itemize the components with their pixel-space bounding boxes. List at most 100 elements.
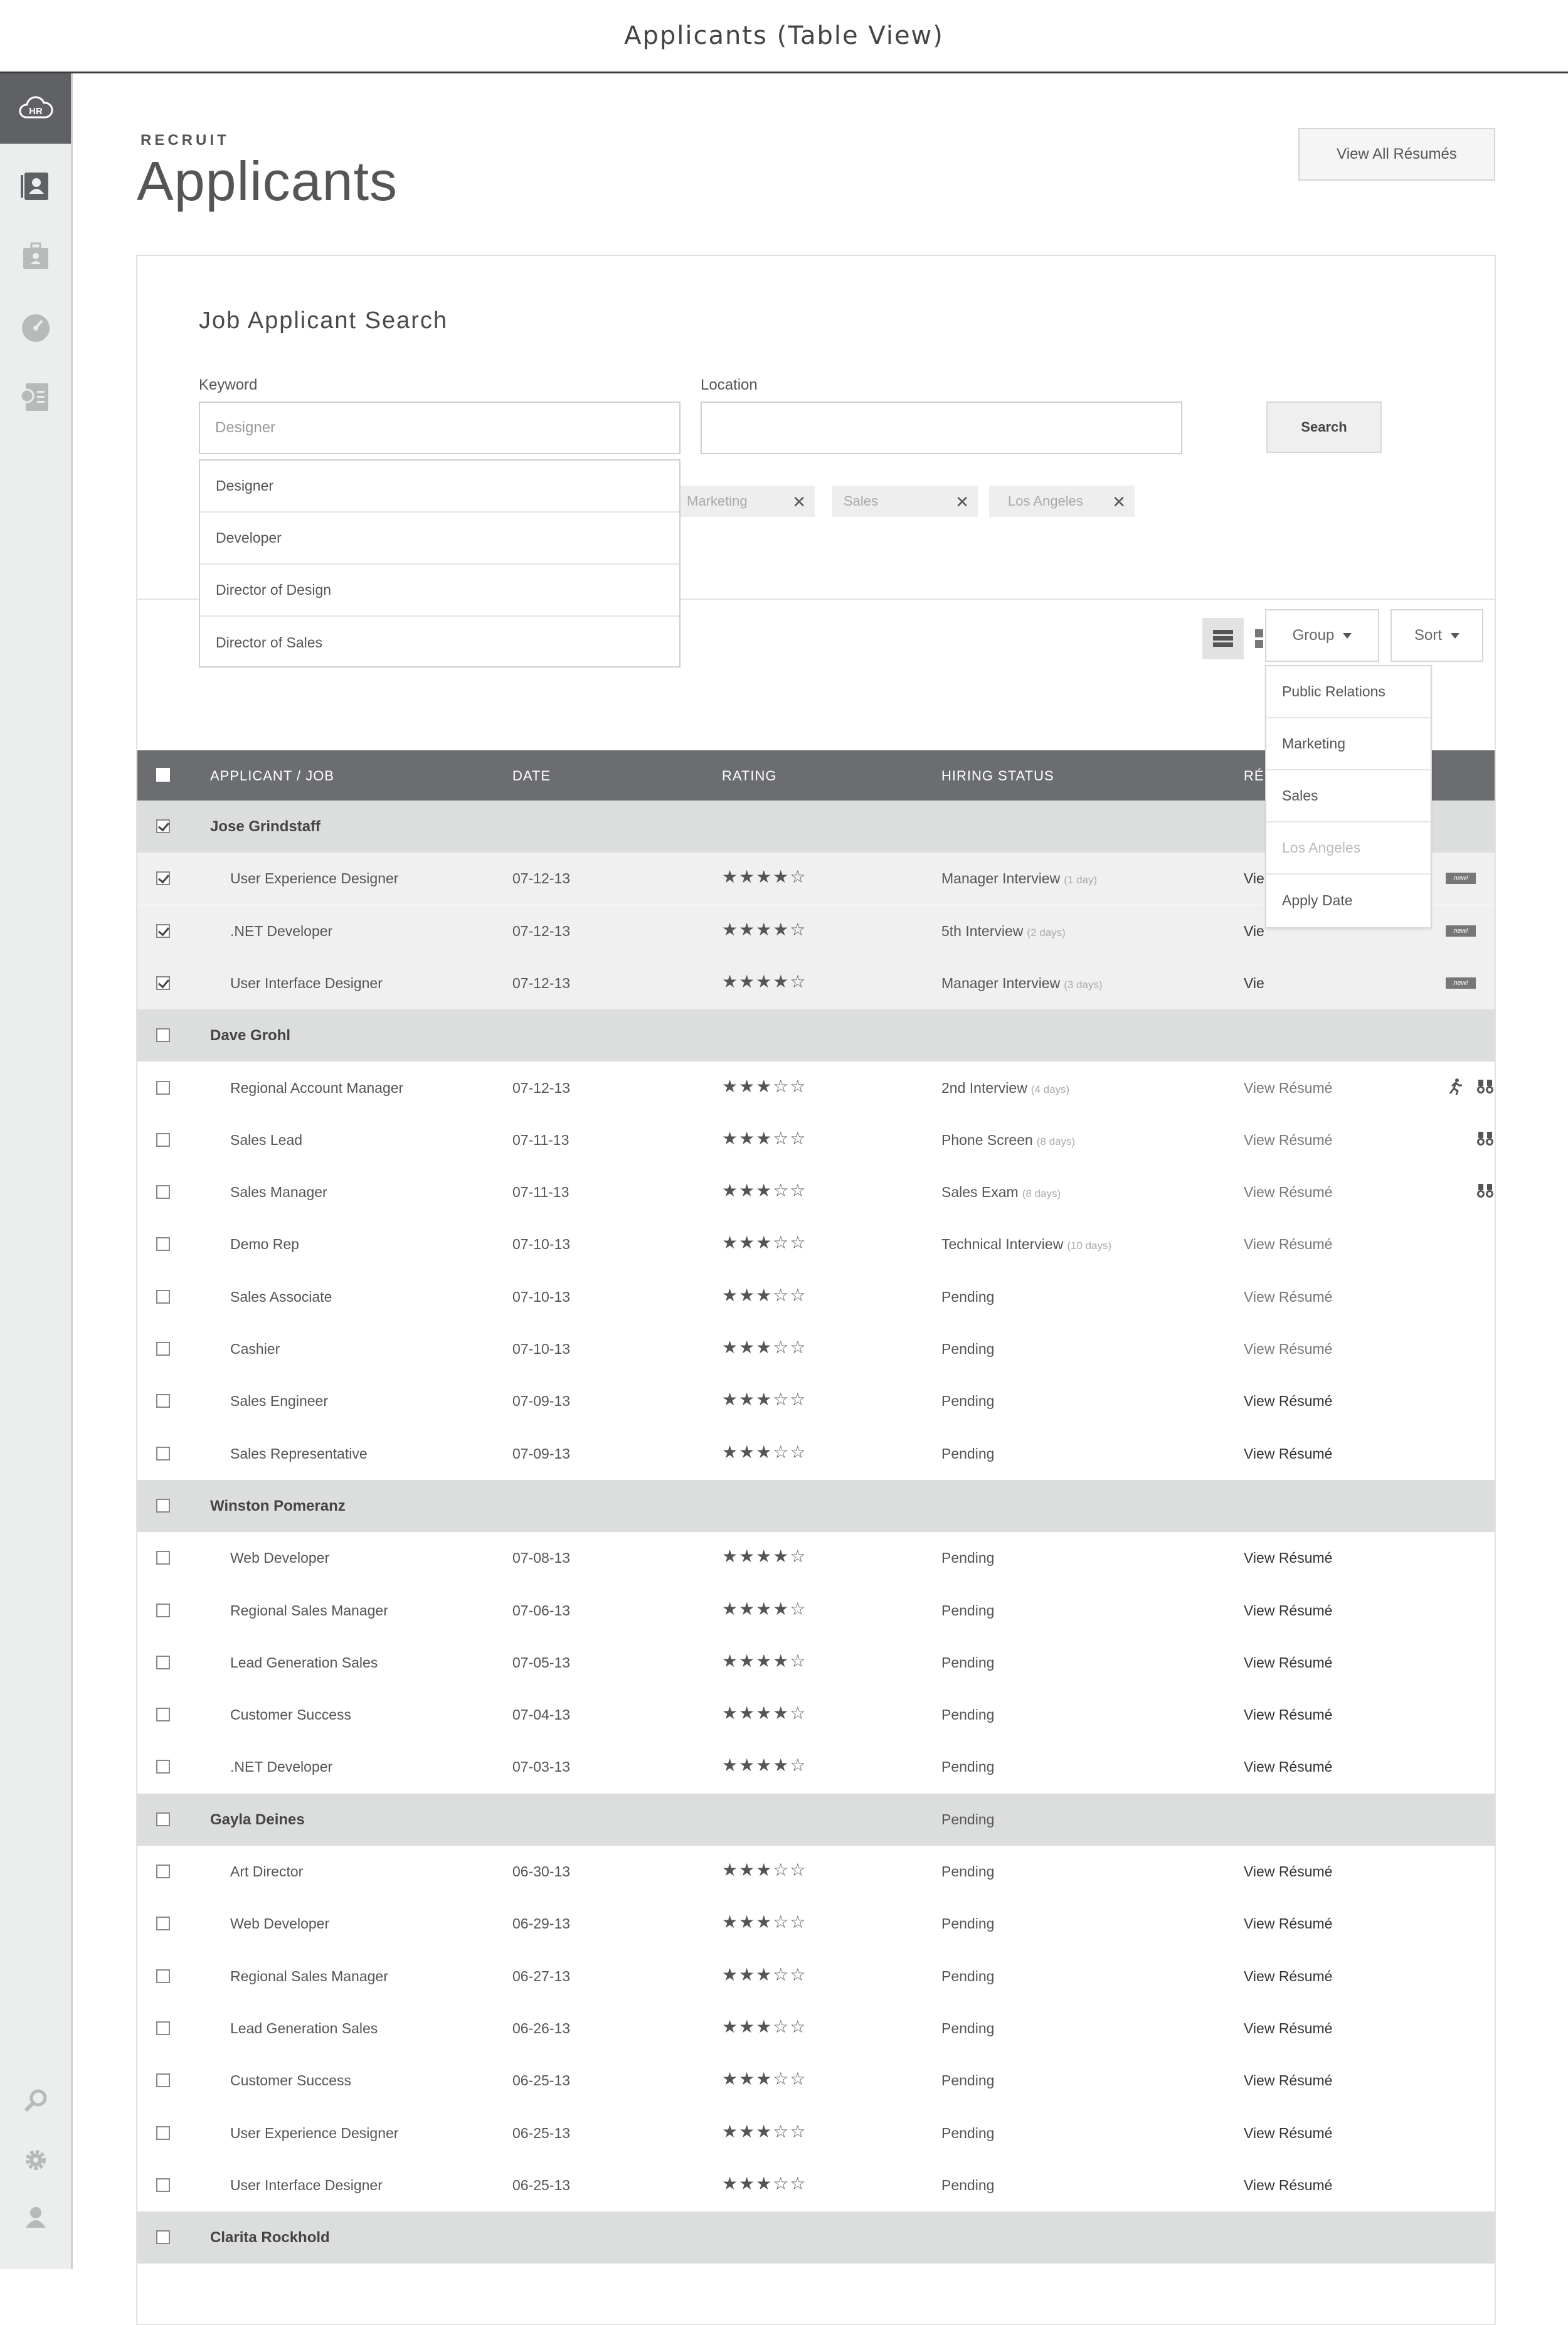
table-row[interactable]: Lead Generation Sales 07-05-13 ★★★★☆ Pendin… xyxy=(137,1637,1495,1689)
table-row[interactable]: Web Developer 07-08-13 ★★★★☆ Pending View Ré… xyxy=(137,1532,1495,1584)
row-checkbox[interactable] xyxy=(156,2230,170,2245)
autocomplete-option[interactable]: Director of Design xyxy=(200,565,679,617)
row-checkbox[interactable] xyxy=(156,2021,170,2035)
rating-stars[interactable]: ★★★☆☆ xyxy=(722,1076,807,1097)
view-resume-link[interactable]: View Résumé xyxy=(1244,2020,1332,2037)
table-row[interactable]: Sales Manager 07-11-13 ★★★☆☆ Sales Exam (8 d… xyxy=(137,1166,1495,1218)
row-checkbox[interactable] xyxy=(156,2125,170,2140)
row-checkbox[interactable] xyxy=(156,2178,170,2192)
remove-filter-icon[interactable]: ✕ xyxy=(792,492,806,512)
view-resume-link[interactable]: View Résumé xyxy=(1244,2072,1332,2089)
view-resume-link[interactable]: View Résumé xyxy=(1244,1968,1332,1985)
row-checkbox[interactable] xyxy=(156,1969,170,1983)
column-header[interactable]: DATE xyxy=(512,768,551,784)
rating-stars[interactable]: ★★★★☆ xyxy=(722,1755,807,1775)
row-checkbox[interactable] xyxy=(156,871,170,886)
table-row[interactable]: Cashier 07-10-13 ★★★☆☆ Pending View Résumé xyxy=(137,1323,1495,1375)
row-checkbox[interactable] xyxy=(156,1132,170,1147)
row-checkbox[interactable] xyxy=(156,1289,170,1304)
location-input[interactable] xyxy=(701,402,1182,454)
row-checkbox[interactable] xyxy=(156,1917,170,1931)
column-header[interactable]: RATING xyxy=(722,768,776,784)
rating-stars[interactable]: ★★★☆☆ xyxy=(722,1964,807,1985)
column-header[interactable]: HIRING STATUS xyxy=(941,768,1054,784)
group-menu-option[interactable]: Public Relations xyxy=(1266,666,1431,718)
row-checkbox[interactable] xyxy=(156,1760,170,1774)
group-menu-option[interactable]: Marketing xyxy=(1266,718,1431,770)
applicant-group-row[interactable]: Winston Pomeranz xyxy=(137,1479,1495,1532)
table-row[interactable]: Regional Sales Manager 06-27-13 ★★★☆☆ Pendi… xyxy=(137,1950,1495,2003)
autocomplete-option[interactable]: Designer xyxy=(200,460,679,513)
view-resume-link[interactable]: View Résumé xyxy=(1244,1863,1332,1880)
table-row[interactable]: Regional Account Manager 07-12-13 ★★★☆☆ 2nd… xyxy=(137,1062,1495,1114)
rating-stars[interactable]: ★★★☆☆ xyxy=(722,2016,807,2037)
row-checkbox[interactable] xyxy=(156,1865,170,1878)
row-checkbox[interactable] xyxy=(156,1655,170,1669)
view-resume-link[interactable]: Vie xyxy=(1244,870,1264,887)
rating-stars[interactable]: ★★★☆☆ xyxy=(722,2068,807,2089)
view-resume-link[interactable]: View Résumé xyxy=(1244,1550,1332,1567)
applicant-group-row[interactable]: Clarita Rockhold xyxy=(137,2211,1495,2264)
rating-stars[interactable]: ★★★☆☆ xyxy=(722,1128,807,1149)
table-row[interactable]: Lead Generation Sales 06-26-13 ★★★☆☆ Pendin… xyxy=(137,2003,1495,2055)
group-dropdown[interactable]: Group xyxy=(1265,609,1379,662)
row-checkbox[interactable] xyxy=(156,923,170,938)
row-checkbox[interactable] xyxy=(156,1498,170,1513)
row-checkbox[interactable] xyxy=(156,1394,170,1408)
table-row[interactable]: Sales Associate 07-10-13 ★★★☆☆ Pending View … xyxy=(137,1271,1495,1323)
rating-stars[interactable]: ★★★☆☆ xyxy=(722,2173,807,2194)
rating-stars[interactable]: ★★★☆☆ xyxy=(722,1180,807,1201)
view-resume-link[interactable]: View Résumé xyxy=(1244,2177,1332,2194)
rating-stars[interactable]: ★★★☆☆ xyxy=(722,1285,807,1306)
autocomplete-option[interactable]: Developer xyxy=(200,513,679,565)
table-row[interactable]: User Experience Designer 06-25-13 ★★★☆☆ Pen… xyxy=(137,2107,1495,2159)
table-row[interactable]: Sales Lead 07-11-13 ★★★☆☆ Phone Screen (8 da… xyxy=(137,1114,1495,1166)
view-resume-link[interactable]: View Résumé xyxy=(1244,1758,1332,1775)
list-view-button[interactable] xyxy=(1202,618,1244,659)
view-resume-link[interactable]: View Résumé xyxy=(1244,1236,1332,1253)
table-row[interactable]: Demo Rep 07-10-13 ★★★☆☆ Technical Interview… xyxy=(137,1218,1495,1270)
view-resume-link[interactable]: View Résumé xyxy=(1244,1445,1332,1462)
sort-dropdown[interactable]: Sort xyxy=(1391,609,1483,662)
view-resume-link[interactable]: View Résumé xyxy=(1244,1341,1332,1358)
column-header[interactable]: APPLICANT / JOB xyxy=(210,768,334,784)
rating-stars[interactable]: ★★★☆☆ xyxy=(722,1389,807,1410)
table-row[interactable]: Sales Engineer 07-09-13 ★★★☆☆ Pending View R… xyxy=(137,1375,1495,1427)
row-checkbox[interactable] xyxy=(156,2073,170,2088)
view-resume-link[interactable]: View Résumé xyxy=(1244,1132,1332,1149)
row-checkbox[interactable] xyxy=(156,819,170,833)
rating-stars[interactable]: ★★★★☆ xyxy=(722,1703,807,1723)
view-resume-link[interactable]: View Résumé xyxy=(1244,1184,1332,1201)
view-resume-link[interactable]: View Résumé xyxy=(1244,1915,1332,1932)
rating-stars[interactable]: ★★★☆☆ xyxy=(722,2121,807,2142)
sidebar-item-applicants[interactable] xyxy=(0,151,71,221)
view-resume-link[interactable]: View Résumé xyxy=(1244,1706,1332,1723)
group-menu-option[interactable]: Sales xyxy=(1266,770,1431,822)
rating-stars[interactable]: ★★★☆☆ xyxy=(722,1859,807,1880)
sidebar-profile[interactable] xyxy=(0,2183,71,2253)
view-resume-link[interactable]: View Résumé xyxy=(1244,1289,1332,1306)
applicant-group-row[interactable]: Dave Grohl xyxy=(137,1009,1495,1062)
rating-stars[interactable]: ★★★★☆ xyxy=(722,1651,807,1671)
view-resume-link[interactable]: View Résumé xyxy=(1244,1080,1332,1097)
table-row[interactable]: Web Developer 06-29-13 ★★★☆☆ Pending View Ré… xyxy=(137,1898,1495,1950)
row-checkbox[interactable] xyxy=(156,1028,170,1043)
group-menu-option[interactable]: Apply Date xyxy=(1266,875,1431,927)
row-checkbox[interactable] xyxy=(156,976,170,990)
row-checkbox[interactable] xyxy=(156,1708,170,1722)
row-checkbox[interactable] xyxy=(156,1080,170,1095)
sidebar-item-dashboard[interactable] xyxy=(0,292,71,362)
view-resume-link[interactable]: Vie xyxy=(1244,923,1264,940)
rating-stars[interactable]: ★★★★☆ xyxy=(722,866,807,887)
keyword-input[interactable]: Designer xyxy=(199,402,681,454)
view-resume-link[interactable]: View Résumé xyxy=(1244,1654,1332,1671)
select-all-checkbox[interactable] xyxy=(156,768,170,782)
table-row[interactable]: .NET Developer 07-03-13 ★★★★☆ Pending View R… xyxy=(137,1741,1495,1793)
remove-filter-icon[interactable]: ✕ xyxy=(955,492,969,512)
search-button[interactable]: Search xyxy=(1266,402,1382,453)
row-checkbox[interactable] xyxy=(156,1812,170,1826)
rating-stars[interactable]: ★★★☆☆ xyxy=(722,1337,807,1358)
table-row[interactable]: Customer Success 07-04-13 ★★★★☆ Pending View… xyxy=(137,1689,1495,1741)
rating-stars[interactable]: ★★★☆☆ xyxy=(722,1442,807,1462)
view-resume-link[interactable]: View Résumé xyxy=(1244,2125,1332,2142)
